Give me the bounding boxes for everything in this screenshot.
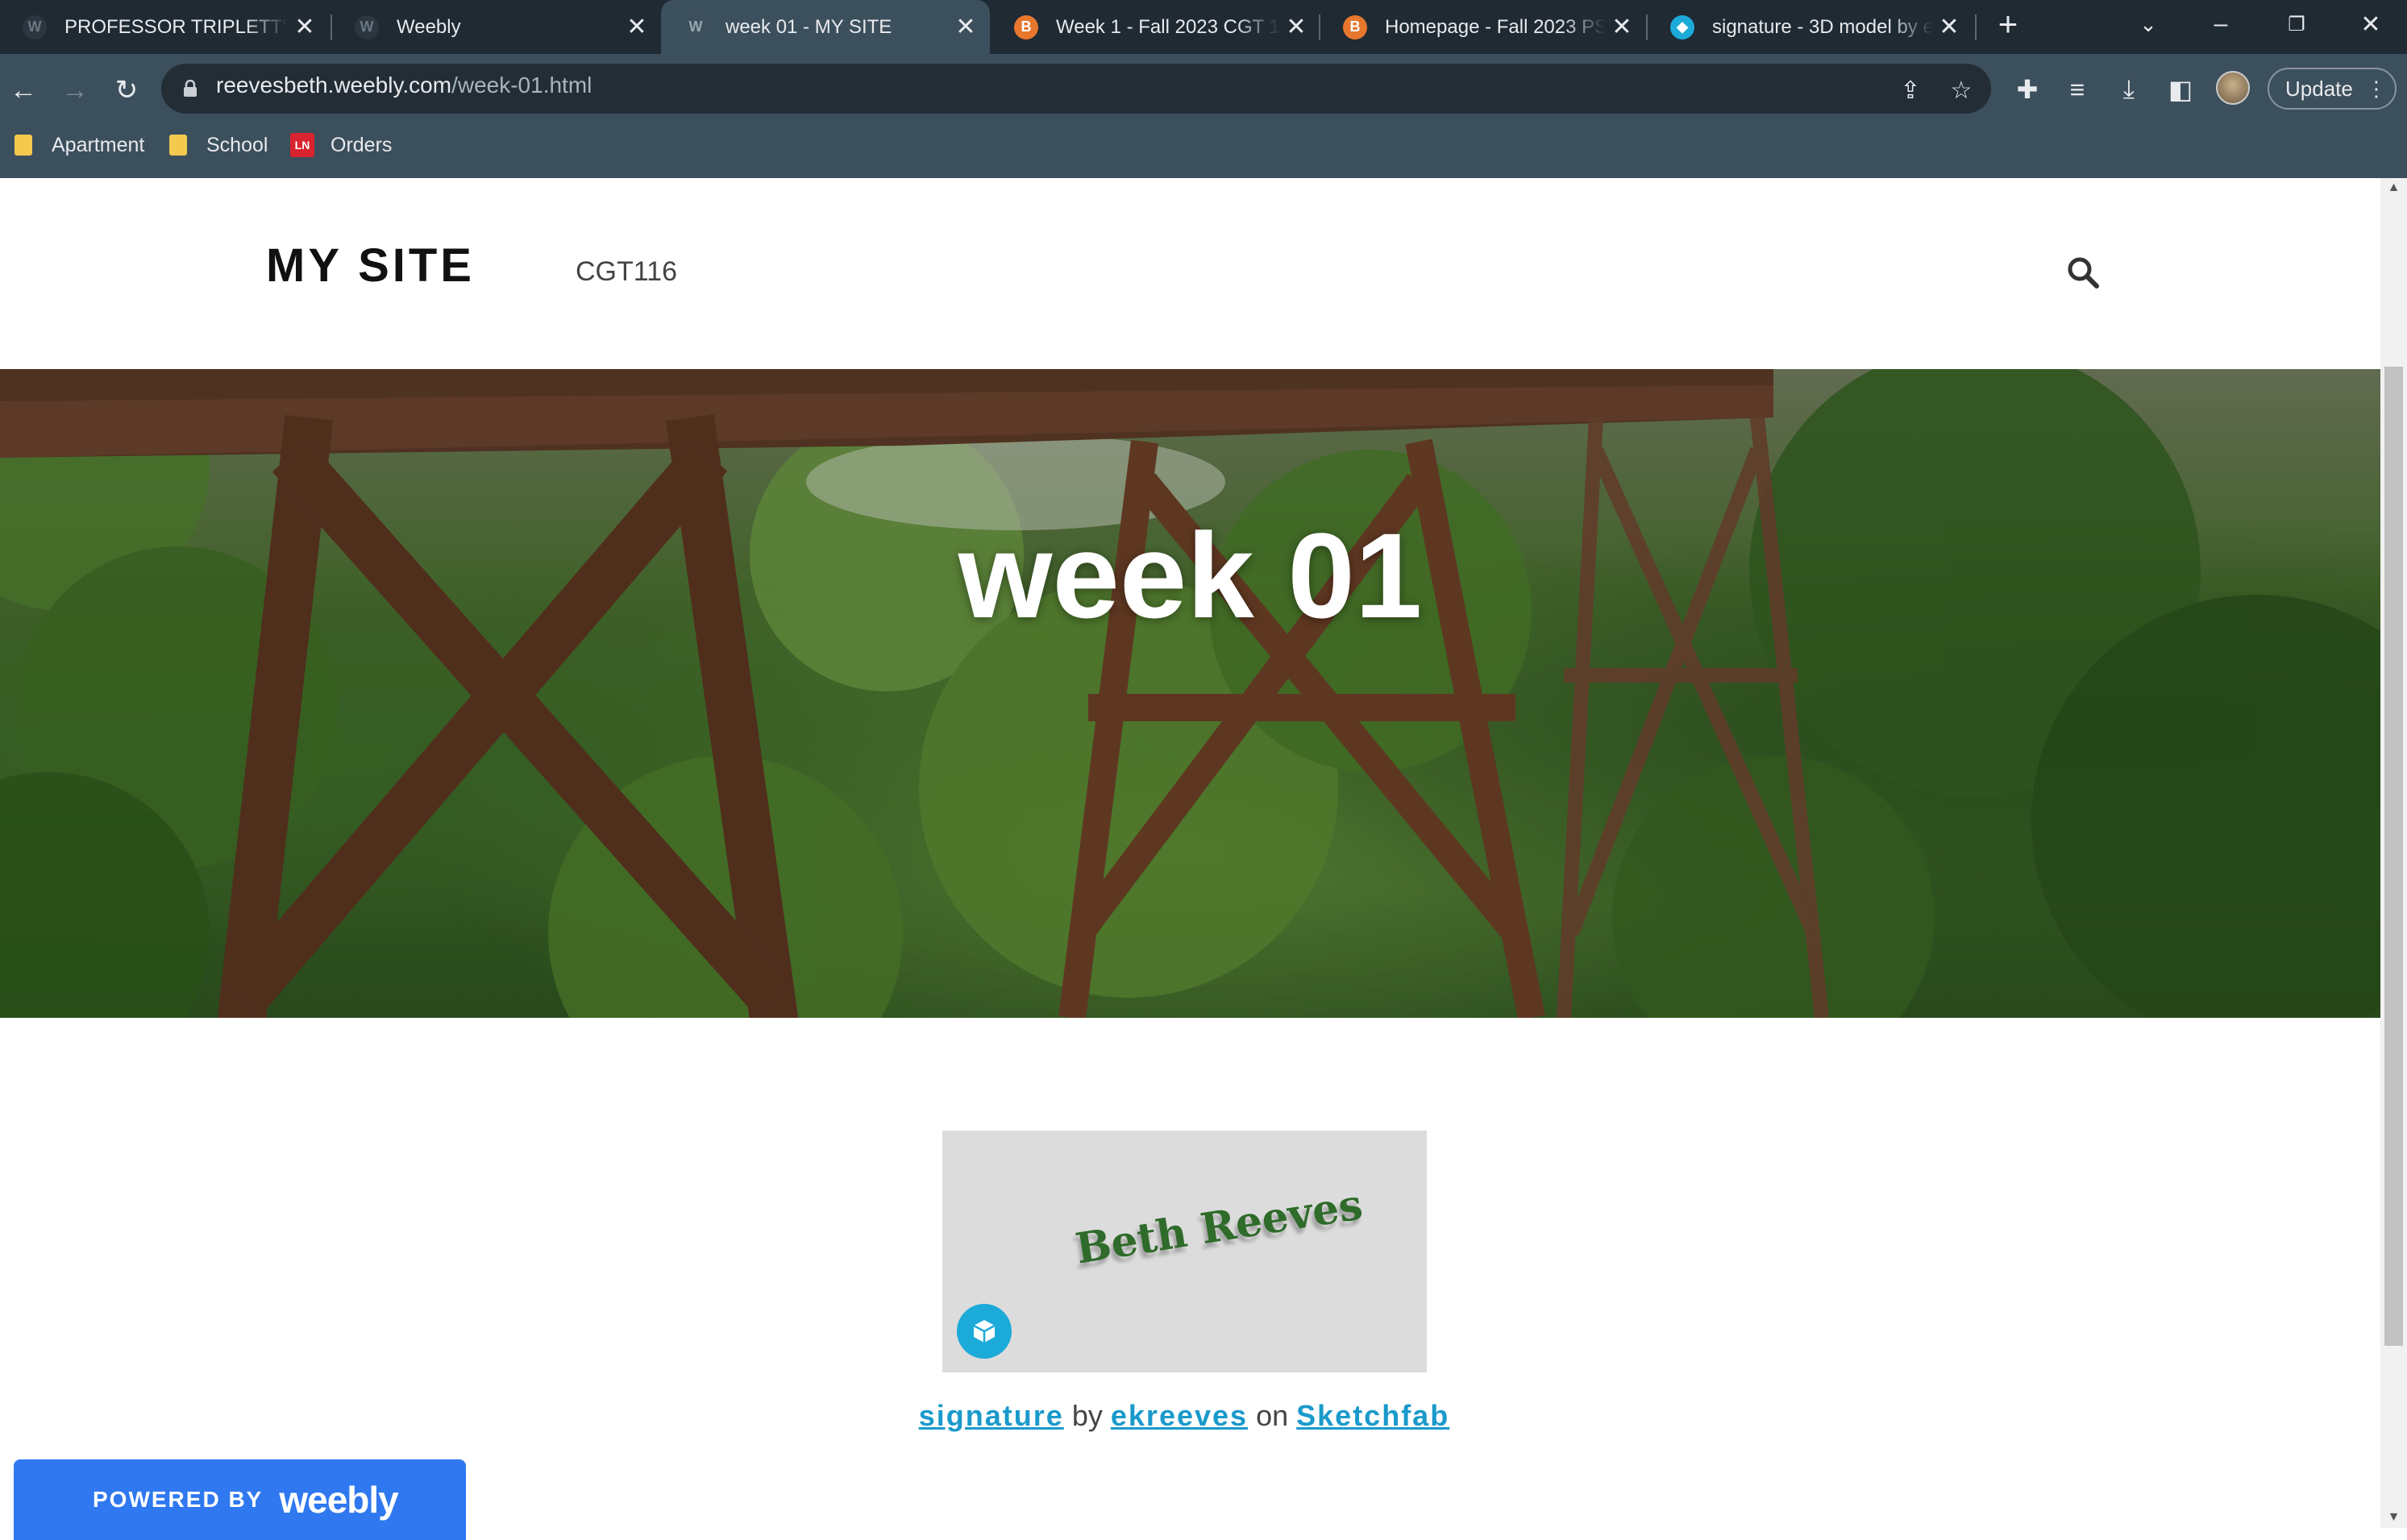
site-title[interactable]: MY SITE xyxy=(266,239,475,293)
folder-icon xyxy=(169,135,187,156)
download-icon[interactable]: ⤓ xyxy=(2110,71,2147,108)
bookmark-label: Orders xyxy=(330,133,393,156)
brightspace-icon: B xyxy=(1343,15,1367,39)
sketchfab-link[interactable]: Sketchfab xyxy=(1296,1399,1449,1432)
bookmark-school[interactable]: School xyxy=(169,131,268,160)
model-link[interactable]: signature xyxy=(919,1399,1064,1432)
powered-by-weebly-badge[interactable]: POWERED BY weebly xyxy=(14,1459,466,1540)
trestle-bridge-image xyxy=(0,369,2380,1018)
minimize-icon[interactable]: – xyxy=(2193,0,2249,48)
sketchfab-cube-icon xyxy=(973,1320,996,1343)
hero-banner xyxy=(0,369,2380,1018)
bookmark-apartment[interactable]: Apartment xyxy=(15,131,144,160)
forward-arrow-icon[interactable]: → xyxy=(53,68,97,112)
hero-title: week 01 xyxy=(958,508,1423,643)
close-icon[interactable]: ✕ xyxy=(1933,13,1965,41)
tab-title: Homepage - Fall 2023 PSY xyxy=(1385,15,1606,38)
scroll-up-arrow-icon[interactable]: ▲ xyxy=(2384,181,2403,197)
credit-on-text: on xyxy=(1256,1399,1289,1432)
weebly-icon: W xyxy=(684,15,708,39)
url-text[interactable]: reevesbeth.weebly.com/week-01.html xyxy=(216,73,592,98)
powered-by-text: POWERED BY xyxy=(93,1487,264,1512)
extensions-puzzle-icon[interactable]: ✚ xyxy=(2009,71,2046,108)
restore-icon[interactable]: ❐ xyxy=(2268,0,2325,48)
share-icon[interactable]: ⇪ xyxy=(1894,74,1927,106)
search-icon[interactable] xyxy=(2065,255,2101,290)
tab-title: Week 1 - Fall 2023 CGT 116 xyxy=(1056,15,1280,38)
tab-weebly[interactable]: W Weebly ✕ xyxy=(332,0,661,54)
tab-divider xyxy=(1975,15,1977,40)
bookmark-star-icon[interactable]: ☆ xyxy=(1945,74,1977,106)
author-link[interactable]: ekreeves xyxy=(1111,1399,1248,1432)
profile-avatar[interactable] xyxy=(2216,71,2250,105)
weebly-icon: W xyxy=(355,15,379,39)
close-icon[interactable]: ✕ xyxy=(621,13,653,41)
side-panel-icon[interactable]: ◧ xyxy=(2162,71,2199,108)
close-icon[interactable]: ✕ xyxy=(950,13,982,41)
back-arrow-icon[interactable]: ← xyxy=(2,68,45,112)
weebly-logo: weebly xyxy=(279,1479,398,1521)
tab-title: Weebly xyxy=(397,15,461,38)
tab-title: week 01 - MY SITE xyxy=(725,15,892,38)
close-window-icon[interactable]: ✕ xyxy=(2343,0,2399,48)
bookmark-label: School xyxy=(206,133,268,156)
nav-link-cgt116[interactable]: CGT116 xyxy=(576,256,677,288)
ln-icon: LN xyxy=(290,133,314,157)
scrollbar-thumb[interactable] xyxy=(2384,367,2403,1346)
kebab-menu-icon[interactable]: ⋮ xyxy=(2366,77,2387,102)
tab-homepage-psy[interactable]: B Homepage - Fall 2023 PSY ✕ xyxy=(1320,0,1646,54)
close-icon[interactable]: ✕ xyxy=(289,13,321,41)
tab-professor-tripletts[interactable]: W PROFESSOR TRIPLETT'S PC ✕ xyxy=(0,0,329,54)
weebly-icon: W xyxy=(23,15,47,39)
folder-icon xyxy=(15,135,32,156)
close-icon[interactable]: ✕ xyxy=(1280,13,1312,41)
close-icon[interactable]: ✕ xyxy=(1606,13,1638,41)
bookmark-label: Apartment xyxy=(52,133,145,156)
tab-title: signature - 3D model by e xyxy=(1712,15,1933,38)
new-tab-plus-icon[interactable]: + xyxy=(1980,0,2036,48)
url-domain: reevesbeth.weebly.com xyxy=(216,73,452,98)
update-button[interactable]: Update ⋮ xyxy=(2268,68,2397,110)
sketchfab-icon: ◆ xyxy=(1670,15,1694,39)
bookmark-orders[interactable]: LN Orders xyxy=(290,131,392,160)
credit-by-text: by xyxy=(1071,1399,1103,1432)
embed-credit: signature by ekreeves on Sketchfab xyxy=(0,1399,2368,1433)
tab-search-chevron-icon[interactable]: ⌄ xyxy=(2120,0,2176,48)
reload-icon[interactable]: ↻ xyxy=(105,68,148,112)
brightspace-icon: B xyxy=(1014,15,1038,39)
url-path: /week-01.html xyxy=(451,73,592,98)
tab-signature-sketchfab[interactable]: ◆ signature - 3D model by e ✕ xyxy=(1648,0,1973,54)
update-label: Update xyxy=(2285,76,2353,101)
scroll-down-arrow-icon[interactable]: ▼ xyxy=(2384,1510,2403,1526)
tab-week-1-cgt[interactable]: B Week 1 - Fall 2023 CGT 116 ✕ xyxy=(991,0,1320,54)
sketchfab-logo-icon[interactable] xyxy=(957,1304,1012,1359)
tab-title: PROFESSOR TRIPLETT'S PC xyxy=(64,15,289,38)
lock-icon xyxy=(184,80,197,97)
media-queue-icon[interactable]: ≡ xyxy=(2059,71,2096,108)
tab-week-01[interactable]: W week 01 - MY SITE ✕ xyxy=(661,0,990,54)
